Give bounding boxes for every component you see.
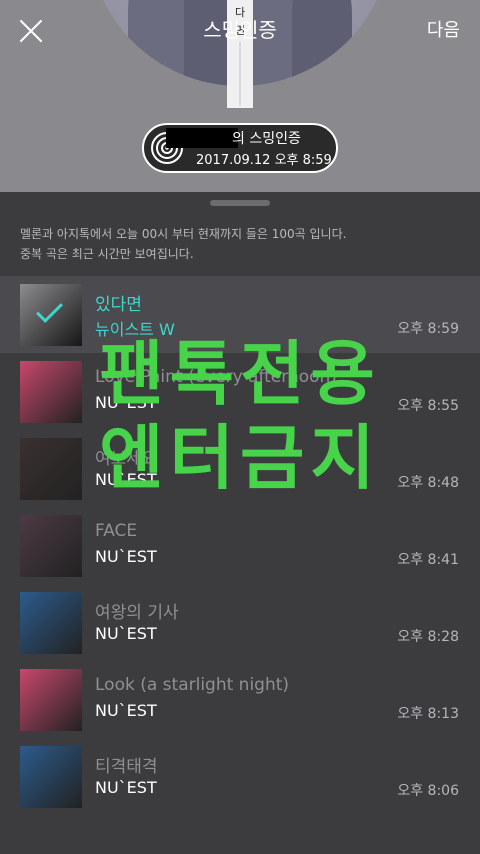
track-time: 오후 8:13 [397,706,459,722]
track-row[interactable]: Look (a starlight night) NU`EST 오후 8:13 [0,661,480,738]
track-title: Look (a starlight night) [95,675,290,695]
info-line-2: 중복 곡은 최근 시간만 보여집니다. [20,247,194,261]
track-title: FACE [95,521,138,541]
track-title: 있다면 [95,295,142,315]
album-header: 다 면 스밍인증 다음 의 스밍인증 2017.09.12 오후 8:59 [0,0,480,192]
track-artist: NU`EST [95,701,157,720]
badge-timestamp: 2017.09.12 오후 8:59 [196,153,332,168]
track-sheet: 멜론과 아지톡에서 오늘 00시 부터 현재까지 들은 100곡 입니다. 중복… [0,192,480,854]
track-row[interactable]: FACE NU`EST 오후 8:41 [0,507,480,584]
streaming-badge: 의 스밍인증 2017.09.12 오후 8:59 [142,123,338,173]
track-title: 티격태격 [95,757,158,777]
info-line-1: 멜론과 아지톡에서 오늘 00시 부터 현재까지 들은 100곡 입니다. [20,227,347,241]
track-artist: NU`EST [95,547,157,566]
track-title: 여왕의 기사 [95,603,179,623]
track-row[interactable]: 티격태격 NU`EST 오후 8:06 [0,738,480,815]
page-title: 스밍인증 [203,18,277,42]
info-text: 멜론과 아지톡에서 오늘 00시 부터 현재까지 들은 100곡 입니다. 중복… [20,224,346,264]
watermark-line-1: 팬톡전용 [99,333,381,415]
track-time: 오후 8:06 [397,783,459,799]
track-row[interactable]: 여왕의 기사 NU`EST 오후 8:28 [0,584,480,661]
track-time: 오후 8:41 [397,552,459,568]
badge-label: 의 스밍인증 [232,131,301,147]
track-artist: NU`EST [95,778,157,797]
album-cover [20,669,82,731]
track-artist: NU`EST [95,624,157,643]
album-cover [20,515,82,577]
sheet-drag-handle[interactable] [210,200,270,206]
watermark-line-2: 엔터금지 [99,417,381,499]
next-button[interactable]: 다음 [427,16,460,42]
redacted-username [166,128,238,148]
album-cover [20,592,82,654]
album-cover [20,746,82,808]
track-time: 오후 8:28 [397,629,459,645]
